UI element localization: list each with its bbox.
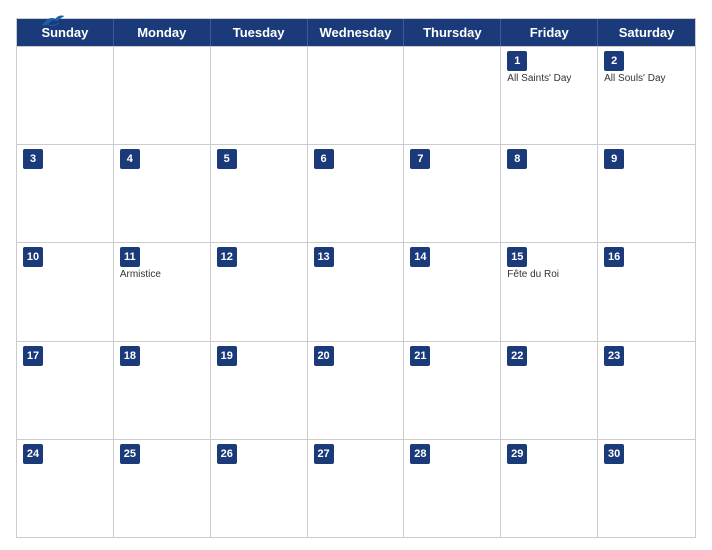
day-number: 14 bbox=[410, 247, 430, 267]
day-number: 2 bbox=[604, 51, 624, 71]
week-row-1: 1 All Saints' Day 2 All Souls' Day bbox=[17, 46, 695, 144]
day-cell: 11 Armistice bbox=[114, 243, 211, 340]
day-number: 23 bbox=[604, 346, 624, 366]
day-cell: 14 bbox=[404, 243, 501, 340]
day-cell: 1 All Saints' Day bbox=[501, 47, 598, 144]
day-cell: 9 bbox=[598, 145, 695, 242]
day-number: 9 bbox=[604, 149, 624, 169]
day-cell: 12 bbox=[211, 243, 308, 340]
day-cell: 15 Fête du Roi bbox=[501, 243, 598, 340]
day-cell: 18 bbox=[114, 342, 211, 439]
day-cell: 4 bbox=[114, 145, 211, 242]
day-number: 11 bbox=[120, 247, 140, 267]
day-number: 8 bbox=[507, 149, 527, 169]
day-header-friday: Friday bbox=[501, 19, 598, 46]
event-label: All Saints' Day bbox=[507, 73, 591, 85]
logo bbox=[16, 12, 88, 30]
day-cell: 20 bbox=[308, 342, 405, 439]
day-cell: 24 bbox=[17, 440, 114, 537]
day-number: 10 bbox=[23, 247, 43, 267]
day-number: 12 bbox=[217, 247, 237, 267]
event-label: All Souls' Day bbox=[604, 73, 689, 85]
day-number: 17 bbox=[23, 346, 43, 366]
day-number: 28 bbox=[410, 444, 430, 464]
week-row-3: 10 11 Armistice 12 13 14 15 Fête du Roi 16 bbox=[17, 242, 695, 340]
day-number: 29 bbox=[507, 444, 527, 464]
day-number: 6 bbox=[314, 149, 334, 169]
day-cell: 22 bbox=[501, 342, 598, 439]
calendar-grid: SundayMondayTuesdayWednesdayThursdayFrid… bbox=[16, 18, 696, 538]
day-number: 24 bbox=[23, 444, 43, 464]
day-cell: 3 bbox=[17, 145, 114, 242]
day-number: 19 bbox=[217, 346, 237, 366]
day-number: 18 bbox=[120, 346, 140, 366]
day-header-tuesday: Tuesday bbox=[211, 19, 308, 46]
day-number: 16 bbox=[604, 247, 624, 267]
day-header-thursday: Thursday bbox=[404, 19, 501, 46]
day-number: 13 bbox=[314, 247, 334, 267]
day-number: 4 bbox=[120, 149, 140, 169]
day-cell: 5 bbox=[211, 145, 308, 242]
day-cell: 19 bbox=[211, 342, 308, 439]
day-cell bbox=[211, 47, 308, 144]
day-cell: 17 bbox=[17, 342, 114, 439]
day-number: 20 bbox=[314, 346, 334, 366]
logo-bird-icon bbox=[38, 12, 66, 30]
day-headers-row: SundayMondayTuesdayWednesdayThursdayFrid… bbox=[17, 19, 695, 46]
week-row-5: 24 25 26 27 28 29 30 bbox=[17, 439, 695, 537]
day-cell: 23 bbox=[598, 342, 695, 439]
day-cell: 29 bbox=[501, 440, 598, 537]
day-number: 3 bbox=[23, 149, 43, 169]
day-cell bbox=[404, 47, 501, 144]
day-header-saturday: Saturday bbox=[598, 19, 695, 46]
day-cell: 2 All Souls' Day bbox=[598, 47, 695, 144]
day-cell: 28 bbox=[404, 440, 501, 537]
day-number: 30 bbox=[604, 444, 624, 464]
day-cell bbox=[114, 47, 211, 144]
day-number: 21 bbox=[410, 346, 430, 366]
day-cell: 26 bbox=[211, 440, 308, 537]
event-label: Armistice bbox=[120, 269, 204, 281]
weeks-container: 1 All Saints' Day 2 All Souls' Day 3 4 5 6 7 8 9 10… bbox=[17, 46, 695, 537]
day-cell: 27 bbox=[308, 440, 405, 537]
day-cell: 7 bbox=[404, 145, 501, 242]
day-number: 25 bbox=[120, 444, 140, 464]
day-cell: 8 bbox=[501, 145, 598, 242]
day-number: 1 bbox=[507, 51, 527, 71]
day-cell: 25 bbox=[114, 440, 211, 537]
day-cell: 13 bbox=[308, 243, 405, 340]
day-cell: 16 bbox=[598, 243, 695, 340]
event-label: Fête du Roi bbox=[507, 269, 591, 281]
day-number: 27 bbox=[314, 444, 334, 464]
week-row-4: 17 18 19 20 21 22 23 bbox=[17, 341, 695, 439]
day-header-wednesday: Wednesday bbox=[308, 19, 405, 46]
day-cell bbox=[308, 47, 405, 144]
day-number: 7 bbox=[410, 149, 430, 169]
day-number: 15 bbox=[507, 247, 527, 267]
day-cell: 6 bbox=[308, 145, 405, 242]
day-cell bbox=[17, 47, 114, 144]
day-number: 26 bbox=[217, 444, 237, 464]
day-cell: 21 bbox=[404, 342, 501, 439]
day-cell: 30 bbox=[598, 440, 695, 537]
day-number: 5 bbox=[217, 149, 237, 169]
day-number: 22 bbox=[507, 346, 527, 366]
week-row-2: 3 4 5 6 7 8 9 bbox=[17, 144, 695, 242]
day-cell: 10 bbox=[17, 243, 114, 340]
day-header-monday: Monday bbox=[114, 19, 211, 46]
